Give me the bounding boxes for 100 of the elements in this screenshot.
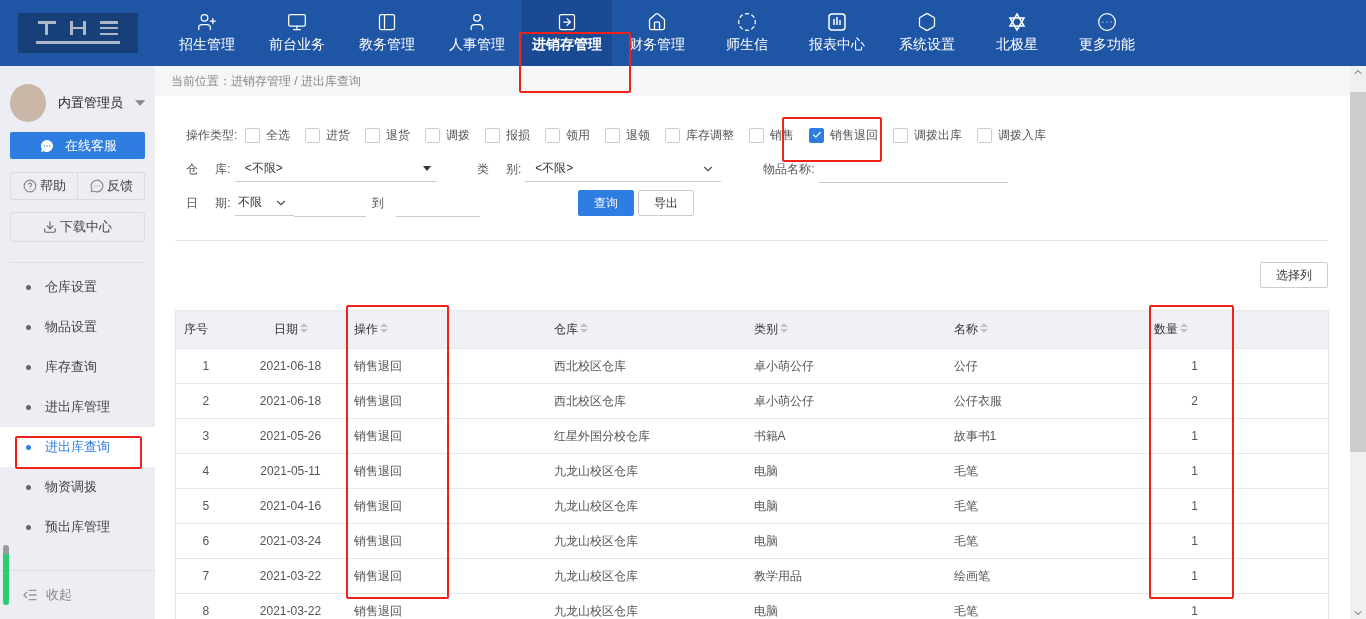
column-header[interactable]: 日期 <box>235 310 346 349</box>
type-checkbox[interactable]: 退货 <box>365 126 411 144</box>
nav-tab[interactable]: 人事管理 <box>432 0 522 66</box>
table-cell: 2021-05-11 <box>235 453 346 489</box>
type-checkbox[interactable]: 库存调整 <box>665 126 735 144</box>
filter-label: 仓 库: <box>186 160 231 178</box>
chart-icon <box>827 12 847 32</box>
table-cell: 销售退回 <box>345 418 546 454</box>
type-checkbox[interactable]: 进货 <box>305 126 351 144</box>
table-cell: 5 <box>175 488 236 524</box>
type-checkbox[interactable]: 报损 <box>485 126 531 144</box>
sidebar-item[interactable]: 进出库查询 <box>0 427 155 467</box>
table-cell: 2021-04-16 <box>235 488 346 524</box>
nav-tab[interactable]: 前台业务 <box>252 0 342 66</box>
type-checkbox[interactable]: 销售 <box>749 126 795 144</box>
table-cell: 教学用品 <box>745 558 946 594</box>
select-columns-button[interactable]: 选择列 <box>1260 262 1328 288</box>
warehouse-select[interactable]: <不限> <box>234 156 437 182</box>
online-service-button[interactable]: 在线客服 <box>10 132 145 159</box>
search-button[interactable]: 查询 <box>577 190 634 216</box>
type-checkbox[interactable]: 退领 <box>605 126 651 144</box>
table-cell: 2021-03-24 <box>235 523 346 559</box>
table-cell: 2 <box>175 383 236 419</box>
table-cell: 1 <box>1145 593 1329 619</box>
sidebar-item[interactable]: 物品设置 <box>0 307 155 347</box>
table-cell: 毛笔 <box>945 593 1146 619</box>
table-cell: 1 <box>1145 523 1329 559</box>
scroll-indicator <box>3 545 9 605</box>
sidebar-item[interactable]: 预出库管理 <box>0 507 155 547</box>
column-header[interactable]: 操作 <box>345 310 546 349</box>
sidebar-item[interactable]: 物资调拨 <box>0 467 155 507</box>
sidebar-item[interactable]: 库存查询 <box>0 347 155 387</box>
export-button[interactable]: 导出 <box>637 190 694 216</box>
sidebar-item[interactable]: 仓库设置 <box>0 267 155 307</box>
download-center-button[interactable]: 下载中心 <box>10 212 145 242</box>
sort-icon <box>1179 323 1188 333</box>
table-cell: 毛笔 <box>945 453 1146 489</box>
category-select[interactable]: <不限> <box>525 156 722 182</box>
table-cell: 2021-03-22 <box>235 558 346 594</box>
nav-tab[interactable]: 系统设置 <box>882 0 972 66</box>
column-header[interactable]: 数量 <box>1145 310 1329 349</box>
feedback-button[interactable]: 反馈 <box>78 172 145 200</box>
table-cell: 1 <box>1145 488 1329 524</box>
nav-tab[interactable]: 教务管理 <box>342 0 432 66</box>
circle-icon <box>737 12 757 32</box>
type-checkbox[interactable]: 调拨入库 <box>977 126 1047 144</box>
more-icon <box>1097 12 1117 32</box>
table-cell: 1 <box>1145 348 1329 384</box>
chat-icon <box>38 137 55 154</box>
house-icon <box>647 12 667 32</box>
nav-tab[interactable]: 更多功能 <box>1062 0 1152 66</box>
chat-icon <box>89 179 104 193</box>
table-cell: 8 <box>175 593 236 619</box>
sidebar-item[interactable]: 进出库管理 <box>0 387 155 427</box>
sort-icon <box>299 323 308 333</box>
sort-icon <box>979 323 988 333</box>
table-cell: 销售退回 <box>345 348 546 384</box>
table-cell: 4 <box>175 453 236 489</box>
column-header[interactable]: 仓库 <box>545 310 746 349</box>
nav-tab[interactable]: 招生管理 <box>162 0 252 66</box>
type-checkbox[interactable]: 调拨 <box>425 126 471 144</box>
caret-icon <box>422 166 431 171</box>
nav-tab[interactable]: 北极星 <box>972 0 1062 66</box>
check-icon <box>811 130 822 140</box>
table-cell: 书籍A <box>745 418 946 454</box>
date-to-label: 到 <box>371 194 384 212</box>
type-checkbox[interactable]: 销售退回 <box>809 126 879 144</box>
table-cell: 6 <box>175 523 236 559</box>
table-cell: 毛笔 <box>945 488 1146 524</box>
table-cell: 卓小萌公仔 <box>745 348 946 384</box>
table-cell: 7 <box>175 558 236 594</box>
user-name[interactable]: 内置管理员 <box>57 94 123 112</box>
date-select[interactable]: 不限 <box>234 190 294 216</box>
table-cell: 1 <box>1145 453 1329 489</box>
table-cell: 故事书1 <box>945 418 1146 454</box>
table-cell: 电脑 <box>745 523 946 559</box>
download-icon <box>43 220 57 234</box>
table-cell: 绘画笔 <box>945 558 1146 594</box>
table-cell: 红星外国分校仓库 <box>545 418 746 454</box>
table-cell: 电脑 <box>745 453 946 489</box>
table-cell: 九龙山校区仓库 <box>545 558 746 594</box>
column-header[interactable]: 名称 <box>945 310 1146 349</box>
user-plus-icon <box>197 12 217 32</box>
nav-tab[interactable]: 师生信 <box>702 0 792 66</box>
avatar <box>10 84 46 122</box>
nav-tab[interactable]: 进销存管理 <box>522 0 612 66</box>
type-checkbox[interactable]: 领用 <box>545 126 591 144</box>
table-cell: 1 <box>175 348 236 384</box>
arrow-box-icon <box>557 12 577 32</box>
table-cell: 2021-03-22 <box>235 593 346 619</box>
help-button[interactable]: 帮助 <box>10 172 78 200</box>
type-checkbox[interactable]: 调拨出库 <box>893 126 963 144</box>
collapse-icon <box>22 587 38 603</box>
hexagon-icon <box>917 12 937 32</box>
caret-icon <box>134 100 145 106</box>
type-checkbox[interactable]: 全选 <box>245 126 291 144</box>
column-header[interactable]: 类别 <box>745 310 946 349</box>
nav-tab[interactable]: 报表中心 <box>792 0 882 66</box>
table-cell: 1 <box>1145 418 1329 454</box>
table-cell: 2021-06-18 <box>235 383 346 419</box>
